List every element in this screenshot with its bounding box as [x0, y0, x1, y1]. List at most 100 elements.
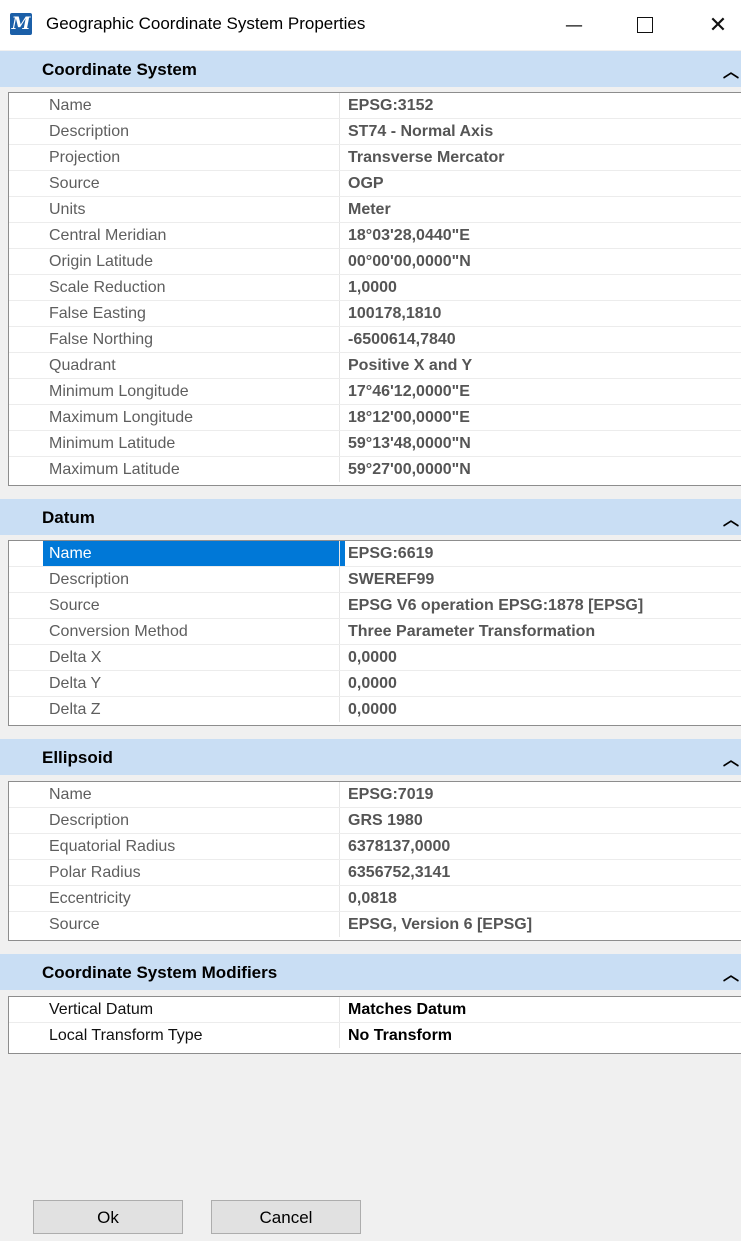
property-row[interactable]: Quadrant Positive X and Y: [9, 353, 741, 379]
property-row[interactable]: Description SWEREF99: [9, 567, 741, 593]
property-value: ST74 - Normal Axis: [339, 119, 493, 144]
property-row[interactable]: Projection Transverse Mercator: [9, 145, 741, 171]
property-name: Name: [43, 541, 345, 566]
property-name: Origin Latitude: [49, 253, 154, 270]
minimize-icon: —: [565, 14, 583, 36]
property-value: Transverse Mercator: [339, 145, 505, 170]
property-name: Local Transform Type: [49, 1027, 203, 1044]
property-value: 0,0000: [339, 697, 397, 722]
property-row[interactable]: Description GRS 1980: [9, 808, 741, 834]
chevron-up-icon[interactable]: ︿: [723, 961, 739, 985]
window-title: Geographic Coordinate System Properties: [46, 14, 366, 33]
property-row[interactable]: Delta X 0,0000: [9, 645, 741, 671]
property-row[interactable]: Scale Reduction 1,0000: [9, 275, 741, 301]
maximize-icon: [637, 17, 653, 33]
property-name: False Northing: [49, 331, 154, 348]
title-bar: M Geographic Coordinate System Propertie…: [0, 0, 741, 50]
property-name: Minimum Latitude: [49, 435, 176, 452]
property-name: Source: [49, 916, 100, 933]
property-row[interactable]: Vertical Datum Matches Datum: [9, 997, 741, 1023]
property-row[interactable]: Name EPSG:6619: [9, 541, 741, 567]
property-grid-coordinate-system: Name EPSG:3152 Description ST74 - Normal A…: [8, 92, 741, 486]
property-row[interactable]: Source EPSG, Version 6 [EPSG]: [9, 912, 741, 938]
property-row[interactable]: Delta Y 0,0000: [9, 671, 741, 697]
property-row[interactable]: Name EPSG:3152: [9, 93, 741, 119]
property-value: 6356752,3141: [339, 860, 450, 885]
property-name: False Easting: [49, 305, 146, 322]
property-name: Source: [49, 597, 100, 614]
property-row[interactable]: Maximum Latitude 59°27'00,0000"N: [9, 457, 741, 483]
ok-button[interactable]: Ok: [33, 1200, 183, 1234]
property-value: OGP: [339, 171, 384, 196]
property-row[interactable]: Source OGP: [9, 171, 741, 197]
property-row[interactable]: Eccentricity 0,0818: [9, 886, 741, 912]
property-row[interactable]: Local Transform Type No Transform: [9, 1023, 741, 1049]
section-header-datum[interactable]: Datum ︿: [0, 499, 741, 535]
property-value: GRS 1980: [339, 808, 423, 833]
property-value: 100178,1810: [339, 301, 441, 326]
property-name: Minimum Longitude: [49, 383, 189, 400]
close-button[interactable]: ✕: [690, 0, 741, 50]
chevron-up-icon[interactable]: ︿: [723, 506, 739, 530]
property-name: Description: [49, 571, 130, 588]
section-title: Datum: [42, 508, 95, 527]
property-value: 1,0000: [339, 275, 397, 300]
property-row[interactable]: Name EPSG:7019: [9, 782, 741, 808]
property-value: -6500614,7840: [339, 327, 456, 352]
property-row[interactable]: Description ST74 - Normal Axis: [9, 119, 741, 145]
property-value: EPSG, Version 6 [EPSG]: [339, 912, 532, 937]
property-row[interactable]: Units Meter: [9, 197, 741, 223]
property-row[interactable]: Conversion Method Three Parameter Transfo…: [9, 619, 741, 645]
property-value: EPSG:3152: [339, 93, 433, 118]
app-icon: M: [10, 13, 32, 35]
chevron-up-icon[interactable]: ︿: [723, 58, 739, 82]
cancel-button[interactable]: Cancel: [211, 1200, 361, 1234]
property-name: Vertical Datum: [49, 1001, 154, 1018]
chevron-up-icon[interactable]: ︿: [723, 746, 739, 770]
property-name: Delta Y: [49, 675, 102, 692]
section-title: Coordinate System: [42, 60, 197, 79]
property-name: Description: [49, 123, 130, 140]
property-value: Three Parameter Transformation: [339, 619, 595, 644]
property-value: 0,0000: [339, 645, 397, 670]
property-name: Name: [49, 786, 92, 803]
property-name: Name: [49, 97, 92, 114]
property-row[interactable]: Origin Latitude 00°00'00,0000"N: [9, 249, 741, 275]
property-name: Delta X: [49, 649, 102, 666]
property-value: 17°46'12,0000"E: [339, 379, 470, 404]
property-row[interactable]: False Northing -6500614,7840: [9, 327, 741, 353]
property-value: 0,0000: [339, 671, 397, 696]
property-value: 18°12'00,0000"E: [339, 405, 470, 430]
section-header-coordinate-system[interactable]: Coordinate System ︿: [0, 51, 741, 87]
property-value: Matches Datum: [339, 997, 466, 1022]
property-name: Source: [49, 175, 100, 192]
property-row[interactable]: Minimum Latitude 59°13'48,0000"N: [9, 431, 741, 457]
property-row[interactable]: Maximum Longitude 18°12'00,0000"E: [9, 405, 741, 431]
property-row[interactable]: Polar Radius 6356752,3141: [9, 860, 741, 886]
property-value: 18°03'28,0440"E: [339, 223, 470, 248]
maximize-button[interactable]: [617, 0, 673, 50]
property-value: Meter: [339, 197, 391, 222]
property-name: Eccentricity: [49, 890, 131, 907]
property-name: Projection: [49, 149, 121, 166]
property-value: Positive X and Y: [339, 353, 472, 378]
property-grid-ellipsoid: Name EPSG:7019 Description GRS 1980 Equato…: [8, 781, 741, 941]
property-row[interactable]: Source EPSG V6 operation EPSG:1878 [EPSG]: [9, 593, 741, 619]
property-row[interactable]: Central Meridian 18°03'28,0440"E: [9, 223, 741, 249]
property-row[interactable]: Minimum Longitude 17°46'12,0000"E: [9, 379, 741, 405]
property-name: Equatorial Radius: [49, 838, 176, 855]
property-value: 6378137,0000: [339, 834, 450, 859]
property-grid-datum: Name EPSG:6619 Description SWEREF99 Source…: [8, 540, 741, 726]
minimize-button[interactable]: —: [546, 0, 602, 50]
property-row[interactable]: False Easting 100178,1810: [9, 301, 741, 327]
section-header-coordinate-system-modifiers[interactable]: Coordinate System Modifiers ︿: [0, 954, 741, 990]
section-header-ellipsoid[interactable]: Ellipsoid ︿: [0, 739, 741, 775]
property-value: EPSG:6619: [339, 541, 433, 566]
property-name: Conversion Method: [49, 623, 188, 640]
property-name: Units: [49, 201, 86, 218]
property-value: 00°00'00,0000"N: [339, 249, 471, 274]
property-value: No Transform: [339, 1023, 452, 1048]
property-row[interactable]: Equatorial Radius 6378137,0000: [9, 834, 741, 860]
property-row[interactable]: Delta Z 0,0000: [9, 697, 741, 723]
property-value: EPSG V6 operation EPSG:1878 [EPSG]: [339, 593, 643, 618]
